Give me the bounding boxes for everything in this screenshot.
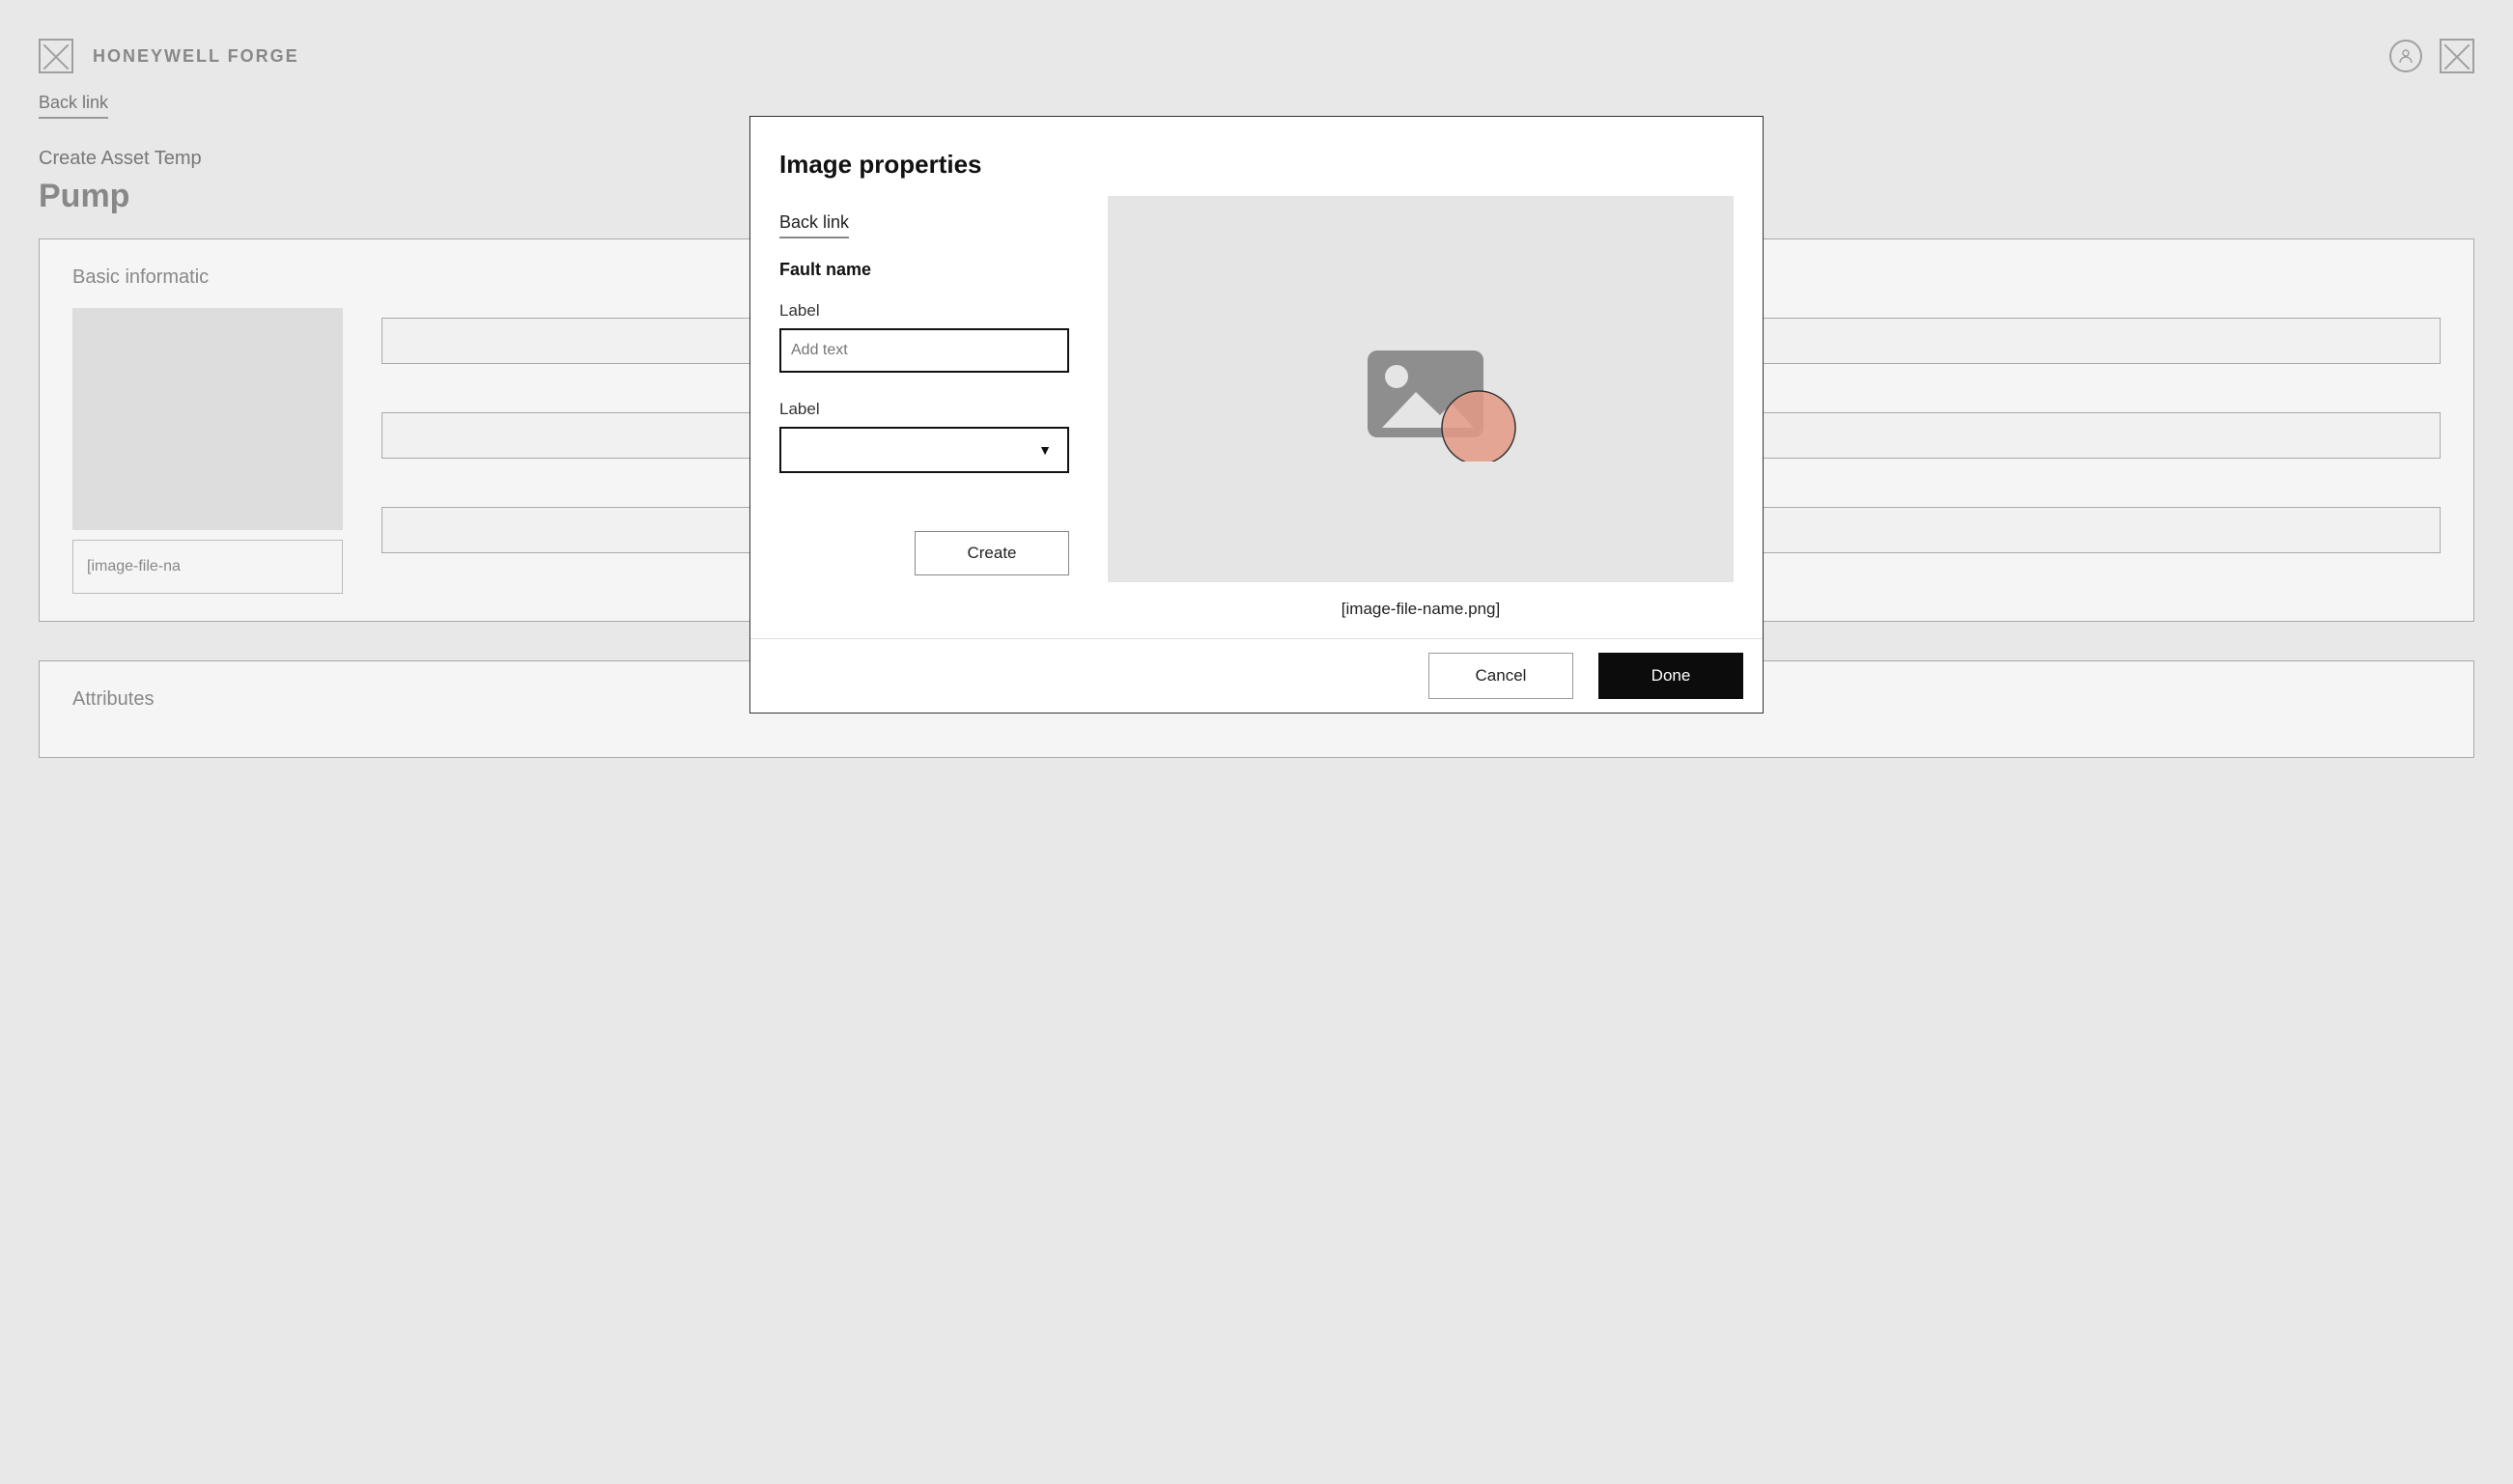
- person-icon: [2398, 48, 2414, 64]
- header-action-placeholder[interactable]: [2440, 39, 2474, 73]
- label-1: Label: [779, 301, 1069, 321]
- label-select[interactable]: ▼: [779, 427, 1069, 473]
- done-button[interactable]: Done: [1598, 653, 1743, 699]
- asset-image-slot: [72, 308, 343, 530]
- image-properties-modal: Image properties Back link Fault name La…: [749, 116, 1764, 714]
- create-button[interactable]: Create: [915, 531, 1069, 575]
- label-text-input[interactable]: [779, 328, 1069, 373]
- asset-image-filename: [image-file-na: [72, 540, 343, 594]
- brand-name: HONEYWELL FORGE: [93, 46, 299, 67]
- logo-placeholder: [39, 39, 73, 73]
- modal-form: Image properties Back link Fault name La…: [779, 150, 1069, 619]
- top-bar: HONEYWELL FORGE: [39, 39, 2474, 93]
- label-2: Label: [779, 400, 1069, 419]
- modal-title: Image properties: [779, 150, 1069, 180]
- chevron-down-icon: ▼: [1038, 442, 1052, 458]
- user-avatar-icon[interactable]: [2389, 40, 2422, 72]
- cancel-button[interactable]: Cancel: [1428, 653, 1573, 699]
- image-preview: [1108, 196, 1734, 582]
- topbar-right: [2389, 39, 2474, 73]
- modal-preview-column: [image-file-name.png]: [1108, 150, 1734, 619]
- modal-footer: Cancel Done: [750, 638, 1763, 713]
- modal-subtitle: Fault name: [779, 260, 1069, 280]
- page-back-link[interactable]: Back link: [39, 93, 108, 119]
- modal-back-link[interactable]: Back link: [779, 212, 849, 238]
- image-placeholder-icon: [1363, 346, 1479, 433]
- preview-filename: [image-file-name.png]: [1341, 600, 1500, 619]
